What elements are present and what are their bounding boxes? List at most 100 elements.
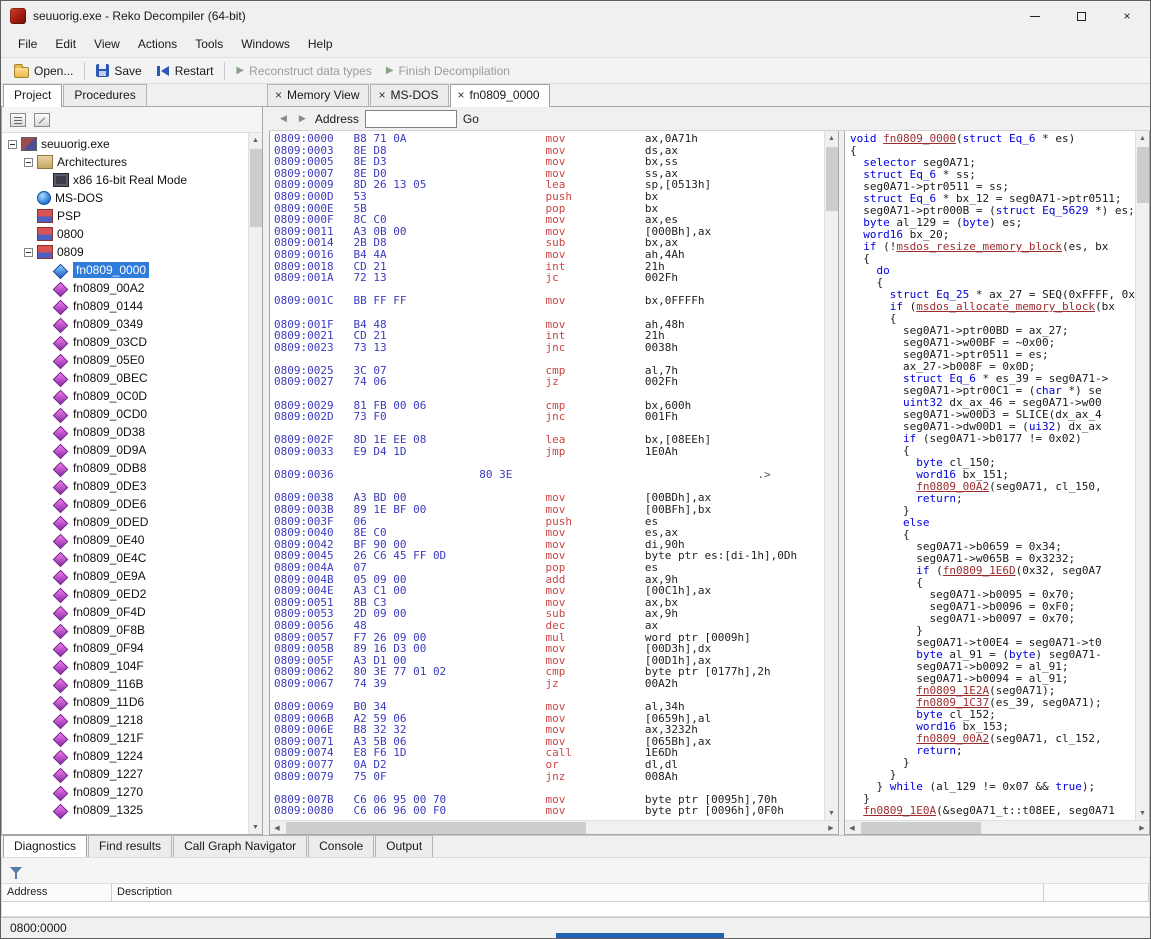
scroll-right-icon[interactable]: ▶ <box>1135 821 1149 835</box>
scrollbar-thumb[interactable] <box>1137 147 1149 203</box>
tree-item-fn0809-0de6[interactable]: fn0809_0DE6 <box>2 495 248 513</box>
scroll-up-icon[interactable]: ▲ <box>825 131 839 145</box>
tree-item-fn0809-104f[interactable]: fn0809_104F <box>2 657 248 675</box>
disassembly-vertical-scrollbar[interactable]: ▲ ▼ <box>824 131 838 820</box>
tree-item-fn0809-0ded[interactable]: fn0809_0DED <box>2 513 248 531</box>
doc-tab-fn0809-0000[interactable]: ×fn0809_0000 <box>450 84 550 107</box>
tree-item-fn0809-0c0d[interactable]: fn0809_0C0D <box>2 387 248 405</box>
code-vertical-scrollbar[interactable]: ▲ ▼ <box>1135 131 1149 820</box>
bottom-tab-call-graph-navigator[interactable]: Call Graph Navigator <box>173 835 307 857</box>
collapse-node-icon[interactable] <box>8 140 17 149</box>
procedure-link[interactable]: fn0809_1E6D <box>943 564 1016 577</box>
tree-item-x86-16-bit-real-mode[interactable]: x86 16-bit Real Mode <box>2 171 248 189</box>
tree-vertical-scrollbar[interactable]: ▲ ▼ <box>248 133 262 834</box>
doc-tab-memory-view[interactable]: ×Memory View <box>267 84 369 106</box>
tree-item-fn0809-0e4c[interactable]: fn0809_0E4C <box>2 549 248 567</box>
bottom-tab-console[interactable]: Console <box>308 835 374 857</box>
code-horizontal-scrollbar[interactable]: ◀ ▶ <box>845 820 1149 834</box>
tree-item-fn0809-1224[interactable]: fn0809_1224 <box>2 747 248 765</box>
disassembly-lines[interactable]: 0809:0000B8 71 0Amovax,0A71h0809:00038E … <box>270 131 824 820</box>
tree-item-fn0809-1270[interactable]: fn0809_1270 <box>2 783 248 801</box>
tree-item-fn0809-0e40[interactable]: fn0809_0E40 <box>2 531 248 549</box>
tree-item-fn0809-0000[interactable]: fn0809_0000 <box>2 261 248 279</box>
tree-item-fn0809-0e9a[interactable]: fn0809_0E9A <box>2 567 248 585</box>
scroll-down-icon[interactable]: ▼ <box>825 806 839 820</box>
scrollbar-thumb[interactable] <box>250 149 262 227</box>
scrollbar-thumb[interactable] <box>286 822 586 834</box>
reconstruct-data-types-button[interactable]: ▶ Reconstruct data types <box>229 61 378 81</box>
diagnostics-table-body[interactable] <box>1 902 1150 917</box>
tree-item-fn0809-0349[interactable]: fn0809_0349 <box>2 315 248 333</box>
code-lines[interactable]: void fn0809_0000(struct Eq_6 * es){ sele… <box>845 131 1135 820</box>
tree-item-fn0809-11d6[interactable]: fn0809_11D6 <box>2 693 248 711</box>
column-header-description[interactable]: Description <box>112 884 1044 902</box>
tree-item-fn0809-0de3[interactable]: fn0809_0DE3 <box>2 477 248 495</box>
bottom-tab-output[interactable]: Output <box>375 835 433 857</box>
filter-icon[interactable] <box>10 867 22 874</box>
scroll-right-icon[interactable]: ▶ <box>824 821 838 835</box>
address-input[interactable] <box>365 110 457 128</box>
close-tab-icon[interactable]: × <box>378 89 385 101</box>
scrollbar-thumb[interactable] <box>861 822 981 834</box>
procedure-link[interactable]: fn0809_1E0A <box>863 804 936 817</box>
edit-properties-icon[interactable] <box>34 113 50 127</box>
tree-item-fn0809-05e0[interactable]: fn0809_05E0 <box>2 351 248 369</box>
tree-item-fn0809-0d9a[interactable]: fn0809_0D9A <box>2 441 248 459</box>
menu-actions[interactable]: Actions <box>129 33 186 55</box>
tree-item-fn0809-0cd0[interactable]: fn0809_0CD0 <box>2 405 248 423</box>
project-tree[interactable]: seuuorig.exeArchitecturesx86 16-bit Real… <box>2 133 248 834</box>
scroll-up-icon[interactable]: ▲ <box>249 133 263 147</box>
scroll-left-icon[interactable]: ◀ <box>845 821 859 835</box>
tree-item-ms-dos[interactable]: MS-DOS <box>2 189 248 207</box>
tree-item-fn0809-0bec[interactable]: fn0809_0BEC <box>2 369 248 387</box>
menu-windows[interactable]: Windows <box>232 33 299 55</box>
minimize-button[interactable] <box>1012 1 1058 31</box>
go-button[interactable]: Go <box>463 112 479 126</box>
close-tab-icon[interactable]: × <box>275 89 282 101</box>
menu-tools[interactable]: Tools <box>186 33 232 55</box>
bottom-tab-find-results[interactable]: Find results <box>88 835 172 857</box>
tree-item-fn0809-1227[interactable]: fn0809_1227 <box>2 765 248 783</box>
tree-item-0809[interactable]: 0809 <box>2 243 248 261</box>
procedure-link[interactable]: fn0809_0000 <box>883 132 956 145</box>
tree-item-fn0809-00a2[interactable]: fn0809_00A2 <box>2 279 248 297</box>
tree-item-seuuorig-exe[interactable]: seuuorig.exe <box>2 135 248 153</box>
bottom-tab-diagnostics[interactable]: Diagnostics <box>3 835 87 858</box>
tree-item-fn0809-03cd[interactable]: fn0809_03CD <box>2 333 248 351</box>
tree-item-fn0809-116b[interactable]: fn0809_116B <box>2 675 248 693</box>
restart-button[interactable]: Restart <box>149 61 221 81</box>
tree-item-architectures[interactable]: Architectures <box>2 153 248 171</box>
scroll-left-icon[interactable]: ◀ <box>270 821 284 835</box>
navigate-forward-icon[interactable]: ▶ <box>296 111 309 126</box>
tree-item-psp[interactable]: PSP <box>2 207 248 225</box>
procedure-link[interactable]: msdos_allocate_memory_block <box>916 300 1095 313</box>
tree-item-fn0809-121f[interactable]: fn0809_121F <box>2 729 248 747</box>
tab-procedures[interactable]: Procedures <box>63 84 146 106</box>
close-tab-icon[interactable]: × <box>458 89 465 101</box>
menu-view[interactable]: View <box>85 33 129 55</box>
collapse-node-icon[interactable] <box>24 248 33 257</box>
procedure-link[interactable]: msdos_resize_memory_block <box>896 240 1062 253</box>
tree-item-fn0809-0db8[interactable]: fn0809_0DB8 <box>2 459 248 477</box>
navigate-back-icon[interactable]: ◀ <box>277 111 290 126</box>
column-header-address[interactable]: Address <box>2 884 112 902</box>
doc-tab-ms-dos[interactable]: ×MS-DOS <box>370 84 448 106</box>
tree-item-fn0809-0f94[interactable]: fn0809_0F94 <box>2 639 248 657</box>
scrollbar-thumb[interactable] <box>826 147 838 211</box>
open-button[interactable]: Open... <box>7 61 80 81</box>
close-button[interactable]: × <box>1104 1 1150 31</box>
scroll-down-icon[interactable]: ▼ <box>1136 806 1150 820</box>
tree-item-fn0809-0f8b[interactable]: fn0809_0F8B <box>2 621 248 639</box>
finish-decompilation-button[interactable]: ▶ Finish Decompilation <box>379 61 517 81</box>
collapse-node-icon[interactable] <box>24 158 33 167</box>
tree-item-fn0809-0144[interactable]: fn0809_0144 <box>2 297 248 315</box>
tree-item-fn0809-0d38[interactable]: fn0809_0D38 <box>2 423 248 441</box>
tree-item-fn0809-1218[interactable]: fn0809_1218 <box>2 711 248 729</box>
menu-file[interactable]: File <box>9 33 46 55</box>
scroll-down-icon[interactable]: ▼ <box>249 820 263 834</box>
tree-item-fn0809-1325[interactable]: fn0809_1325 <box>2 801 248 819</box>
tree-item-fn0809-0f4d[interactable]: fn0809_0F4D <box>2 603 248 621</box>
scroll-up-icon[interactable]: ▲ <box>1136 131 1150 145</box>
menu-help[interactable]: Help <box>299 33 342 55</box>
save-button[interactable]: Save <box>89 61 148 81</box>
